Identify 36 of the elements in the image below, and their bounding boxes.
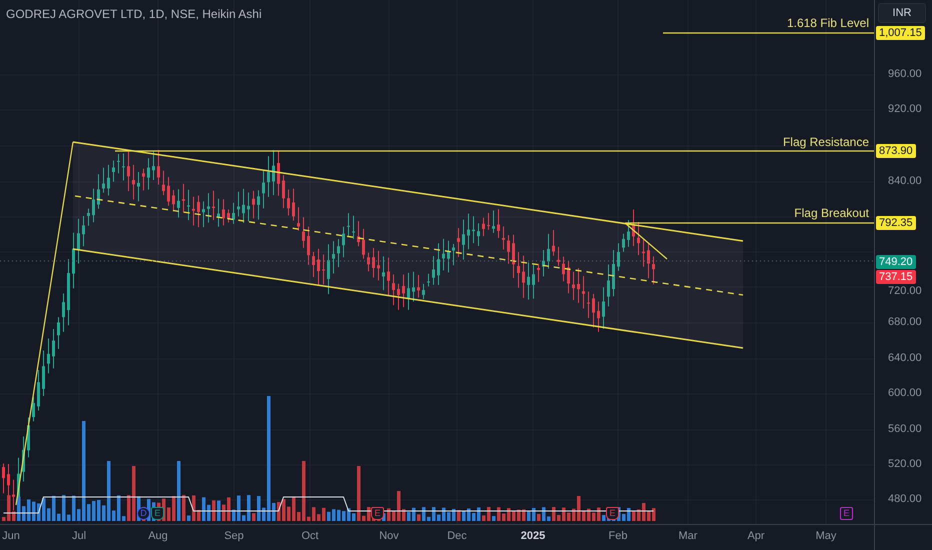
time-axis-label: Mar [678, 530, 698, 542]
price-tag: 873.90 [876, 144, 916, 158]
price-tick-label: 480.00 [888, 493, 922, 505]
price-tick-label: 680.00 [888, 316, 922, 328]
price-tick-label: 920.00 [888, 103, 922, 115]
price-tick-label: 640.00 [888, 352, 922, 364]
price-tick-label: 600.00 [888, 387, 922, 399]
price-tick-label: 960.00 [888, 68, 922, 80]
time-axis-label: Apr [747, 530, 765, 542]
earnings-marker[interactable]: E [840, 507, 853, 520]
price-tick-label: 840.00 [888, 175, 922, 187]
price-tick-label: 720.00 [888, 285, 922, 297]
level-label: Flag Resistance [782, 135, 869, 149]
price-tick-label: 560.00 [888, 423, 922, 435]
price-tag: 1,007.15 [876, 26, 925, 40]
time-axis-label: May [816, 530, 836, 542]
currency-button[interactable]: INR [878, 3, 926, 23]
earnings-marker[interactable]: E [606, 507, 619, 520]
time-axis-label: Nov [379, 530, 399, 542]
price-tag: 749.20 [876, 255, 916, 269]
earnings-marker[interactable]: E [371, 507, 384, 520]
time-axis-label: 2025 [520, 530, 546, 542]
level-label: 1.618 Fib Level [786, 16, 869, 30]
time-axis-label: Sep [224, 530, 244, 542]
chart-title: GODREJ AGROVET LTD, 1D, NSE, Heikin Ashi [6, 7, 262, 21]
price-tag: 737.15 [876, 270, 916, 284]
time-axis-label: Jun [2, 530, 20, 542]
price-tag: 792.35 [876, 216, 916, 230]
time-axis-label: Feb [608, 530, 628, 542]
time-axis-label: Aug [148, 530, 168, 542]
price-tick-label: 520.00 [888, 458, 922, 470]
earnings-marker[interactable]: E [151, 507, 164, 520]
time-axis-label: Oct [301, 530, 319, 542]
time-axis-label: Dec [447, 530, 467, 542]
level-label: Flag Breakout [794, 206, 869, 220]
time-axis-label: Jul [72, 530, 86, 542]
